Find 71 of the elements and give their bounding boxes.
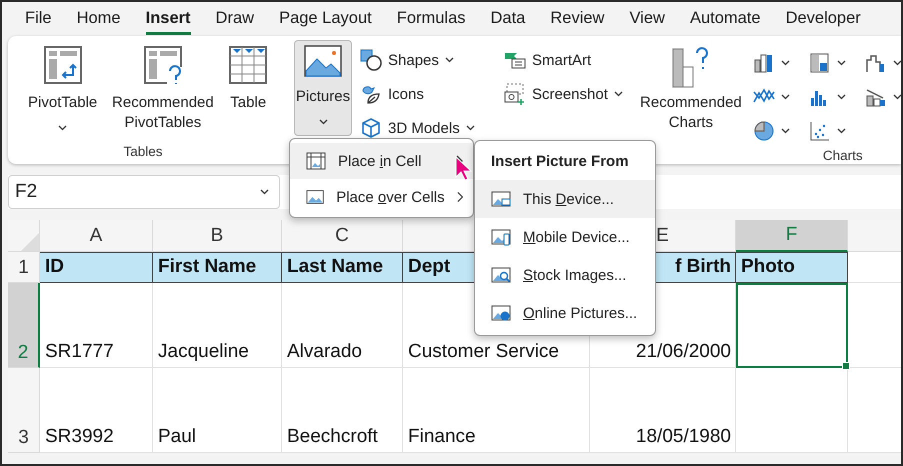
table-cell: Finance bbox=[403, 368, 590, 453]
submenu-title: Insert Picture From bbox=[490, 152, 630, 172]
table-cell: Beechcroft bbox=[282, 368, 403, 453]
header-cell: ID bbox=[40, 252, 153, 283]
chevron-right-icon bbox=[456, 191, 463, 203]
ribbon-tab[interactable]: View bbox=[629, 4, 665, 34]
pivot-table-question-icon bbox=[142, 45, 183, 85]
header-cell: First Name bbox=[153, 252, 282, 283]
group-label: Charts bbox=[822, 148, 864, 165]
header-cell: Last Name bbox=[282, 252, 403, 283]
ribbon-button[interactable]: PivotTable bbox=[22, 40, 104, 144]
caret-icon bbox=[836, 94, 846, 100]
ribbon-tab[interactable]: Draw bbox=[216, 4, 254, 34]
ribbon-button[interactable]: Recommended PivotTables bbox=[109, 40, 216, 144]
ribbon-button[interactable]: 3D Models bbox=[360, 114, 496, 142]
table-cell: Alvarado bbox=[282, 283, 403, 368]
picture-icon bbox=[491, 304, 511, 322]
scatter-chart-icon[interactable] bbox=[808, 120, 831, 142]
column-header[interactable]: B bbox=[153, 220, 282, 252]
table-cell: Paul bbox=[153, 368, 282, 453]
ribbon-tab[interactable]: Page Layout bbox=[279, 4, 372, 34]
header-cell: Photo bbox=[736, 252, 848, 283]
ribbon-tab[interactable]: Review bbox=[550, 4, 604, 34]
ribbon-tab[interactable]: Home bbox=[76, 4, 121, 34]
picture-in-cell-icon bbox=[306, 152, 326, 170]
table-cell: Jacqueline bbox=[153, 283, 282, 368]
ribbon-tab[interactable]: Formulas bbox=[396, 4, 466, 34]
picture-icon bbox=[306, 188, 324, 206]
picture-icon bbox=[491, 266, 511, 284]
landscape-icon bbox=[304, 45, 342, 77]
column-chart-icon[interactable] bbox=[752, 52, 775, 74]
table-cell: 18/05/1980 bbox=[590, 368, 736, 453]
dropdown-caret-icon bbox=[260, 189, 269, 195]
menu-item[interactable]: This Device... bbox=[475, 180, 655, 218]
ribbon-button[interactable]: Table bbox=[222, 40, 274, 144]
ribbon-button[interactable]: Icons bbox=[360, 80, 496, 108]
ribbon-tab[interactable]: Data bbox=[490, 4, 526, 34]
ribbon-tab[interactable]: Developer bbox=[786, 4, 861, 34]
ribbon-tab[interactable]: Automate bbox=[690, 4, 761, 34]
pivot-table-icon bbox=[42, 45, 83, 85]
picture-icon bbox=[491, 228, 511, 246]
cube-icon bbox=[360, 117, 382, 139]
caret-icon bbox=[836, 60, 846, 66]
caret-icon bbox=[780, 94, 790, 100]
pictures-button[interactable]: Pictures bbox=[294, 40, 352, 136]
camera-icon bbox=[504, 83, 526, 105]
ribbon-button[interactable]: SmartArt bbox=[504, 46, 623, 74]
column-header[interactable]: C bbox=[282, 220, 403, 252]
column-header[interactable]: A bbox=[40, 220, 153, 252]
bar-chart-question-icon bbox=[670, 45, 711, 89]
caret-icon bbox=[836, 128, 846, 134]
caret-icon bbox=[780, 128, 790, 134]
ribbon-button[interactable]: Screenshot bbox=[504, 80, 623, 108]
name-box[interactable]: F2 bbox=[8, 175, 280, 209]
ribbon-tab[interactable]: File bbox=[25, 4, 52, 34]
hierarchy-chart-icon[interactable] bbox=[808, 52, 831, 74]
table-cell: SR3992 bbox=[40, 368, 153, 453]
ribbon-button[interactable]: Shapes bbox=[360, 46, 496, 74]
menu-item[interactable]: Place over Cells bbox=[290, 179, 473, 215]
shapes-icon bbox=[360, 49, 382, 71]
group-label: Tables bbox=[122, 144, 164, 161]
table-cell: SR1777 bbox=[40, 283, 153, 368]
pie-chart-icon[interactable] bbox=[752, 120, 775, 142]
caret-icon bbox=[780, 60, 790, 66]
table-icon bbox=[228, 45, 268, 85]
row-header[interactable]: 3 bbox=[8, 368, 40, 453]
picture-icon bbox=[491, 190, 511, 208]
menu-item[interactable]: Place in Cell bbox=[290, 143, 473, 179]
smartart-icon bbox=[504, 50, 526, 70]
row-header[interactable]: 1 bbox=[8, 252, 40, 283]
recommended-charts-button[interactable]: Recommended Charts bbox=[636, 40, 745, 168]
